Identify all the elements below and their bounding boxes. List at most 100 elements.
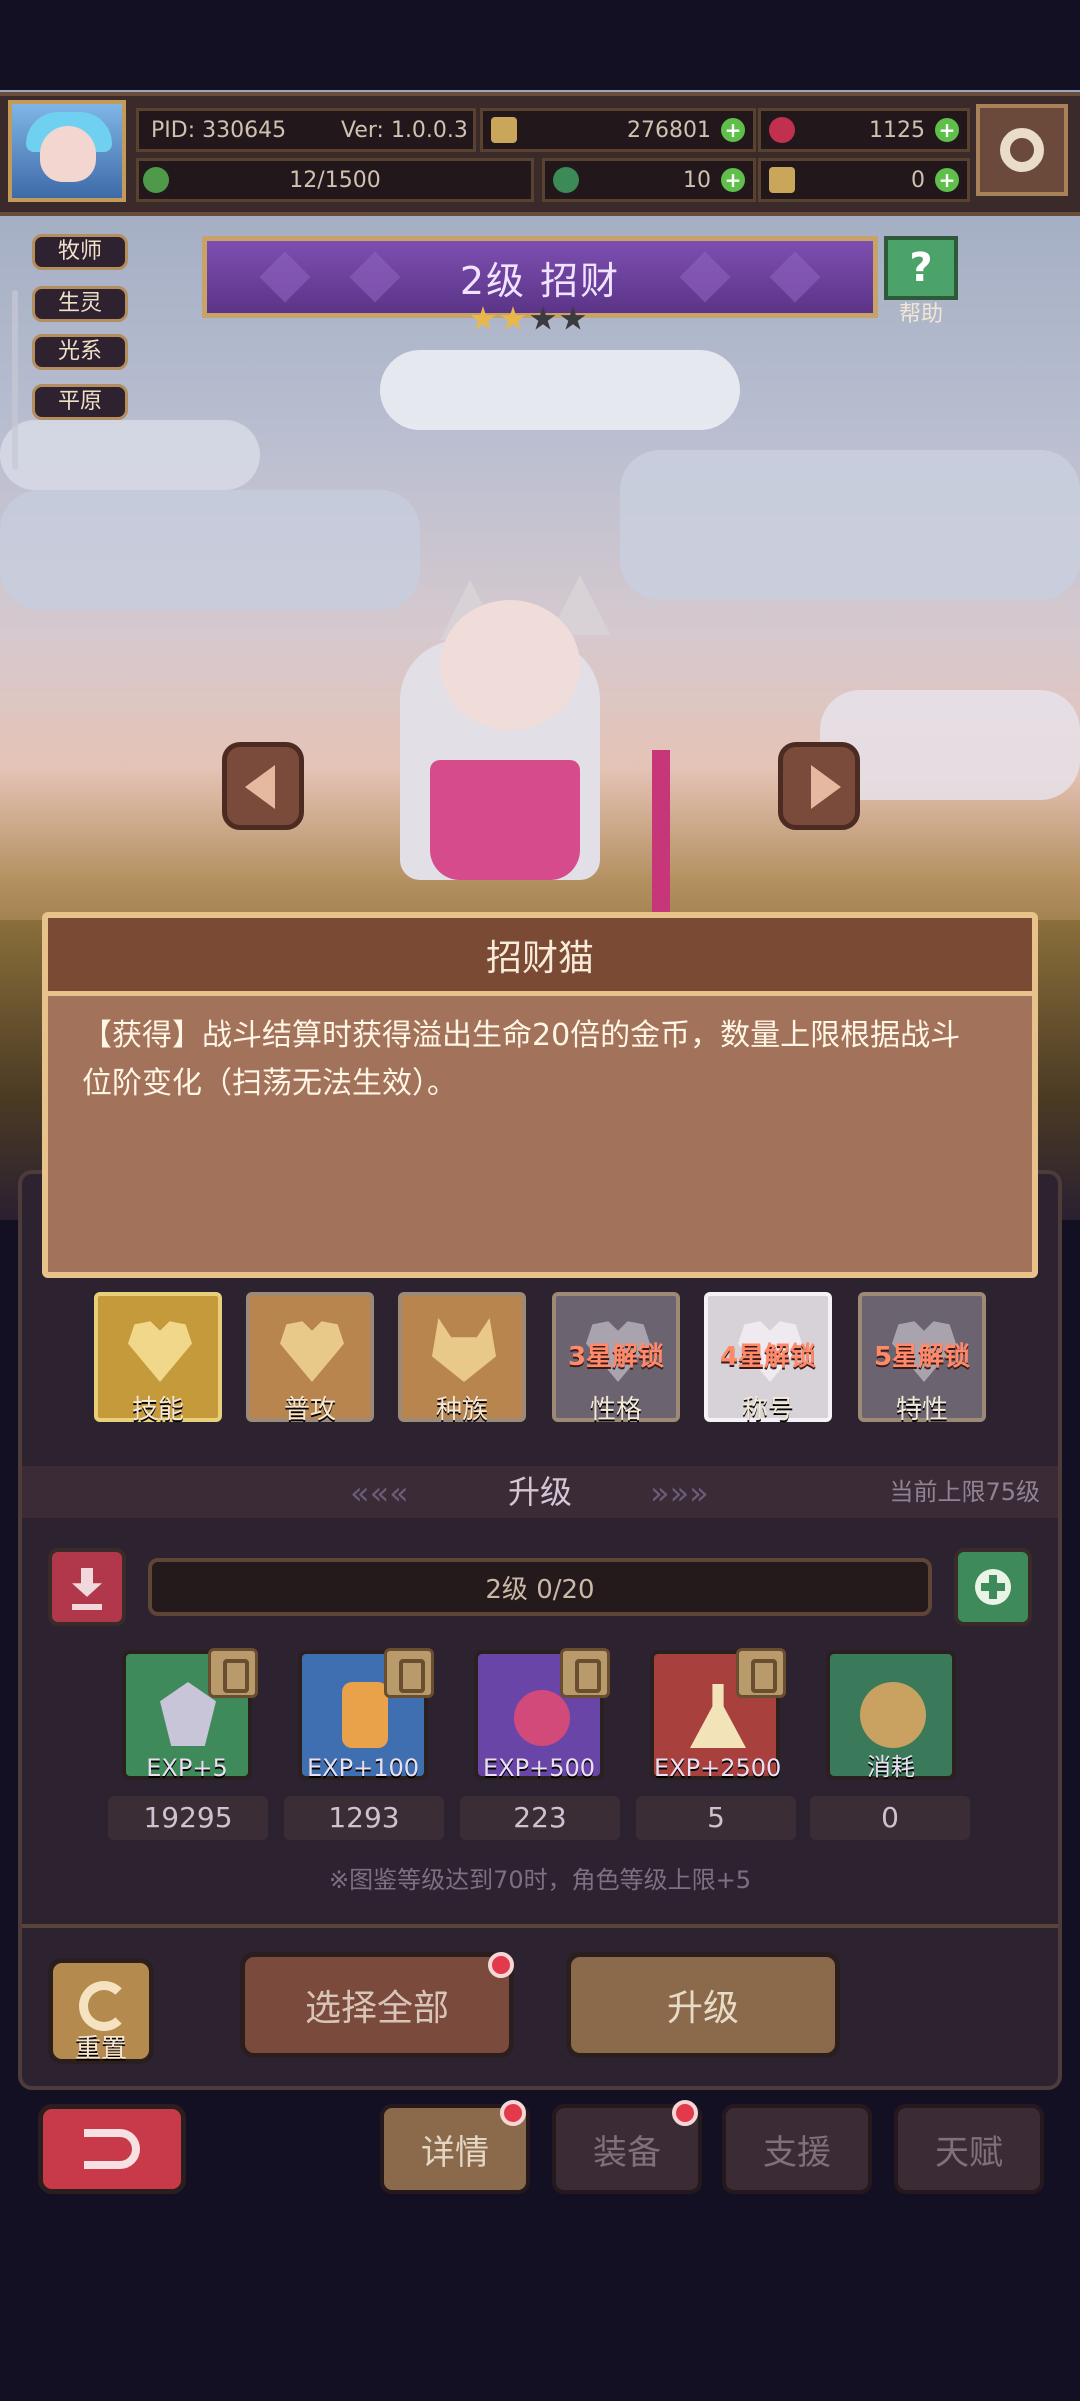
select-all-label: 选择全部 (304, 1988, 449, 2029)
add-gem-button[interactable]: + (935, 118, 959, 142)
stamina-value: 12/1500 (289, 167, 381, 193)
type-tag: 生灵 (32, 286, 128, 322)
back-button[interactable] (38, 2104, 186, 2194)
tab-label: 详情 (421, 2132, 489, 2173)
level-cap-note: ※图鉴等级达到70时，角色等级上限+5 (328, 1866, 752, 1894)
lock-icon (736, 1648, 786, 1698)
tooltip-title: 招财猫 (48, 918, 1032, 996)
tab-skill[interactable]: 技能 (94, 1292, 222, 1425)
notification-dot (500, 2100, 526, 2126)
item-count: 5 (636, 1796, 796, 1840)
item-count: 223 (460, 1796, 620, 1840)
lock-icon (384, 1648, 434, 1698)
player-avatar[interactable] (8, 100, 126, 202)
gold-cost-value: 0 (810, 1796, 970, 1840)
exp-item-100[interactable]: EXP+100 (298, 1648, 434, 1782)
tab-label: 装备 (593, 2132, 661, 2173)
prev-character-button[interactable] (222, 742, 304, 830)
version-text: Ver: 1.0.0.3 (341, 117, 468, 143)
tooltip-line: 位阶变化（扫荡无法生效）。 (82, 1066, 457, 1101)
exp-item-500[interactable]: EXP+500 (474, 1648, 610, 1782)
star-icon (500, 306, 526, 330)
coin-icon (491, 117, 517, 143)
lock-icon (560, 1648, 610, 1698)
character-dress (430, 760, 580, 880)
lock-icon (208, 1648, 258, 1698)
tab-label: 天赋 (935, 2132, 1003, 2173)
notification-dot (488, 1952, 514, 1978)
question-icon: ? (884, 236, 958, 300)
gold-counter: 276801 + (480, 108, 756, 152)
tooltip-description: 【获得】战斗结算时获得溢出生命20倍的金币，数量上限根据战斗 位阶变化（扫荡无法… (82, 1012, 1002, 1108)
star-icon (530, 306, 556, 330)
character-name: 2级 招财 (459, 258, 621, 303)
star-icon (560, 306, 586, 330)
clover-icon (553, 167, 579, 193)
next-character-button[interactable] (778, 742, 860, 830)
feather-value: 0 (911, 167, 925, 193)
clover-counter: 10 + (542, 158, 756, 202)
help-button[interactable]: ? 帮助 (884, 236, 958, 327)
star-rating (470, 306, 586, 332)
potion-icon (342, 1682, 388, 1748)
divider (22, 1924, 1058, 1928)
tab-race[interactable]: 种族 (398, 1292, 526, 1425)
clover-value: 10 (683, 167, 711, 193)
pid-text: PID: 330645 (151, 117, 287, 143)
feather-icon (769, 167, 795, 193)
help-label: 帮助 (898, 302, 943, 327)
star-icon (470, 306, 496, 330)
gold-value: 276801 (627, 117, 711, 143)
terrain-tag: 平原 (32, 384, 128, 420)
settings-button[interactable] (976, 104, 1068, 196)
gem-icon (769, 117, 795, 143)
return-icon (84, 2129, 140, 2169)
tab-attack[interactable]: 普攻 (246, 1292, 374, 1425)
fruit-icon (514, 1690, 570, 1746)
exp-item-5[interactable]: EXP+5 (122, 1648, 258, 1782)
coin-icon (860, 1682, 926, 1748)
tab-title[interactable]: 4星解锁 称号 (704, 1292, 832, 1425)
player-info: PID: 330645 Ver: 1.0.0.3 (136, 108, 476, 152)
add-gold-button[interactable]: + (721, 118, 745, 142)
decrease-level-button[interactable] (48, 1548, 126, 1626)
tab-trait[interactable]: 5星解锁 特性 (858, 1292, 986, 1425)
exp-progress-text: 2级 0/20 (485, 1574, 595, 1605)
refresh-icon (79, 1981, 129, 2031)
lock-label: 3星解锁 (567, 1342, 665, 1372)
character-portrait[interactable] (440, 600, 580, 730)
tab-talent[interactable]: 天赋 (894, 2104, 1044, 2194)
heart-icon (280, 1321, 344, 1382)
item-count: 19295 (108, 1796, 268, 1840)
add-clover-button[interactable]: + (721, 168, 745, 192)
exp-item-2500[interactable]: EXP+2500 (650, 1648, 786, 1782)
stamina-bar: 12/1500 (136, 158, 534, 202)
add-feather-button[interactable]: + (935, 168, 959, 192)
tab-personality[interactable]: 3星解锁 性格 (552, 1292, 680, 1425)
select-all-button[interactable]: 选择全部 (240, 1952, 514, 2058)
reset-button[interactable]: 重置 (48, 1958, 154, 2064)
download-icon (72, 1568, 102, 1597)
tab-label: 支援 (763, 2132, 831, 2173)
lock-label: 4星解锁 (719, 1342, 817, 1372)
lock-label: 5星解锁 (873, 1342, 971, 1372)
upgrade-label: 升级 (666, 1988, 739, 2029)
class-tag: 牧师 (32, 234, 128, 270)
tab-support[interactable]: 支援 (722, 2104, 872, 2194)
tooltip-line: 【获得】战斗结算时获得溢出生命20倍的金币，数量上限根据战斗 (82, 1018, 961, 1053)
skill-tooltip: 招财猫 【获得】战斗结算时获得溢出生命20倍的金币，数量上限根据战斗 位阶变化（… (42, 912, 1038, 1278)
gold-cost-slot: 消耗 (826, 1650, 956, 1781)
exp-progress-bar: 2级 0/20 (148, 1558, 932, 1616)
reset-label: 重置 (74, 2034, 127, 2064)
gem-value: 1125 (869, 117, 925, 143)
increase-level-button[interactable] (954, 1548, 1032, 1626)
item-count: 1293 (284, 1796, 444, 1840)
upgrade-button[interactable]: 升级 (566, 1952, 840, 2058)
heart-icon (128, 1321, 192, 1382)
cat-icon (432, 1318, 496, 1382)
scroll-indicator (12, 290, 18, 470)
gem-counter: 1125 + (758, 108, 970, 152)
level-cap-text: 当前上限75级 (889, 1478, 1040, 1506)
feather-counter: 0 + (758, 158, 970, 202)
element-tag: 光系 (32, 334, 128, 370)
